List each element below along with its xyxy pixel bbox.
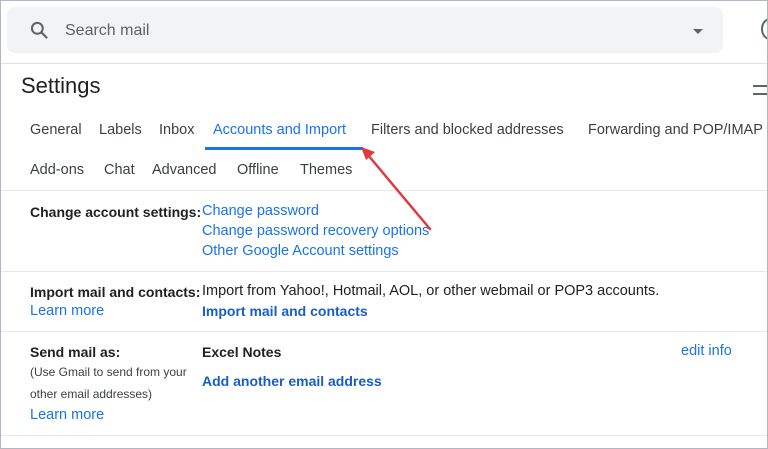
other-google-account-settings-link[interactable]: Other Google Account settings bbox=[202, 243, 399, 259]
active-tab-indicator bbox=[205, 147, 363, 150]
header-divider bbox=[1, 63, 767, 64]
search-icon[interactable] bbox=[29, 20, 49, 40]
edit-info-link[interactable]: edit info bbox=[681, 343, 732, 359]
import-mail-and-contacts-button[interactable]: Import mail and contacts bbox=[202, 303, 368, 319]
tab-accounts-and-import[interactable]: Accounts and Import bbox=[213, 122, 346, 138]
page-title: Settings bbox=[21, 73, 101, 99]
tab-general[interactable]: General bbox=[30, 122, 82, 138]
send-mail-learn-more-link[interactable]: Learn more bbox=[30, 407, 104, 423]
search-bar bbox=[7, 7, 723, 53]
send-as-account-name: Excel Notes bbox=[202, 344, 281, 360]
send-mail-as-sublabel-line-1: (Use Gmail to send from your bbox=[30, 365, 187, 379]
tab-forwarding-and-pop-imap[interactable]: Forwarding and POP/IMAP bbox=[588, 122, 763, 138]
tab-filters-and-blocked-addresses[interactable]: Filters and blocked addresses bbox=[371, 122, 564, 138]
tab-themes[interactable]: Themes bbox=[300, 162, 352, 178]
import-learn-more-link[interactable]: Learn more bbox=[30, 303, 104, 319]
tab-offline[interactable]: Offline bbox=[237, 162, 279, 178]
keyboard-icon[interactable] bbox=[753, 85, 767, 95]
send-mail-as-sublabel-line-2: other email addresses) bbox=[30, 387, 152, 401]
tab-chat[interactable]: Chat bbox=[104, 162, 135, 178]
search-input[interactable] bbox=[63, 17, 627, 45]
change-account-settings-label: Change account settings: bbox=[30, 204, 201, 220]
tab-add-ons[interactable]: Add-ons bbox=[30, 162, 84, 178]
add-another-email-address-button[interactable]: Add another email address bbox=[202, 373, 382, 389]
tabs-divider bbox=[1, 190, 767, 191]
support-icon[interactable] bbox=[761, 18, 768, 40]
change-password-link[interactable]: Change password bbox=[202, 203, 319, 219]
tab-inbox[interactable]: Inbox bbox=[159, 122, 194, 138]
import-description: Import from Yahoo!, Hotmail, AOL, or oth… bbox=[202, 283, 659, 299]
tab-advanced[interactable]: Advanced bbox=[152, 162, 217, 178]
gmail-settings-window: Settings General Labels Inbox Accounts a… bbox=[0, 0, 768, 449]
import-mail-and-contacts-label: Import mail and contacts: bbox=[30, 284, 200, 300]
search-options-caret-icon[interactable] bbox=[693, 29, 703, 34]
change-password-recovery-options-link[interactable]: Change password recovery options bbox=[202, 223, 429, 239]
section-divider bbox=[1, 271, 767, 272]
send-mail-as-label: Send mail as: bbox=[30, 344, 120, 360]
tab-labels[interactable]: Labels bbox=[99, 122, 142, 138]
section-divider bbox=[1, 331, 767, 332]
section-divider bbox=[1, 435, 767, 436]
